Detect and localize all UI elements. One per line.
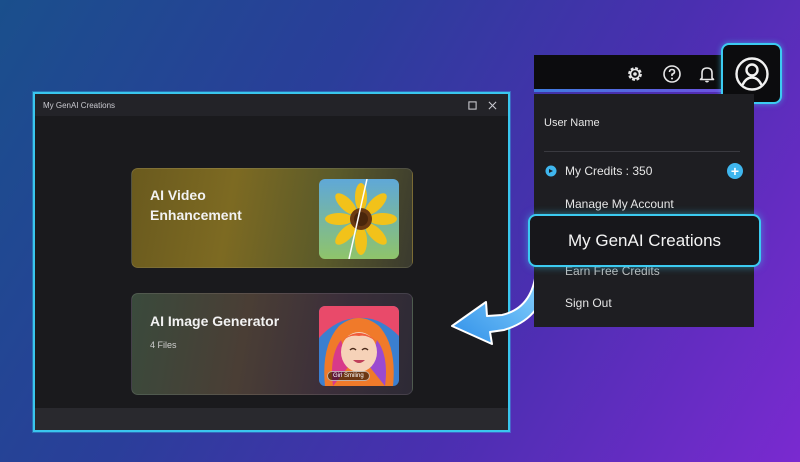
image-caption-badge: Girl Smiling <box>327 371 370 381</box>
menu-item-label: My GenAI Creations <box>568 230 722 250</box>
credits-balance: My Credits : 350 <box>565 164 653 178</box>
anime-portrait-image: Girl Smiling <box>319 306 399 386</box>
menu-item-manage-account[interactable]: Manage My Account <box>565 197 674 211</box>
user-avatar-icon <box>734 56 769 91</box>
settings-icon[interactable] <box>625 64 645 84</box>
help-icon[interactable] <box>662 64 682 84</box>
bell-icon[interactable] <box>697 64 717 84</box>
credits-coin-icon <box>545 165 557 177</box>
menu-item-sign-out[interactable]: Sign Out <box>565 296 612 310</box>
menu-divider <box>544 151 740 152</box>
user-name: User Name <box>544 117 600 129</box>
ai-video-enhancement-card[interactable]: AI Video Enhancement <box>131 168 413 268</box>
account-dropdown-menu: User Name My Credits : 350 + Manage My A… <box>534 94 754 327</box>
window-titlebar: My GenAI Creations <box>35 94 508 116</box>
ai-image-generator-card[interactable]: AI Image Generator 4 Files Girl Smiling <box>131 293 413 395</box>
maximize-icon[interactable] <box>464 97 480 113</box>
close-icon[interactable] <box>484 97 500 113</box>
window-statusbar <box>35 408 508 430</box>
genai-creations-window: My GenAI Creations AI Video Enhancement <box>33 92 510 432</box>
menu-item-my-genai-creations[interactable]: My GenAI Creations <box>528 214 761 267</box>
window-content: AI Video Enhancement AI Image Generator … <box>35 116 508 408</box>
sunflower-image <box>319 179 399 259</box>
file-count: 4 Files <box>150 340 177 350</box>
card-title: AI Image Generator <box>150 313 280 329</box>
card-title: AI Video Enhancement <box>150 187 242 223</box>
window-title: My GenAI Creations <box>43 100 116 110</box>
add-credits-button[interactable]: + <box>727 163 743 179</box>
